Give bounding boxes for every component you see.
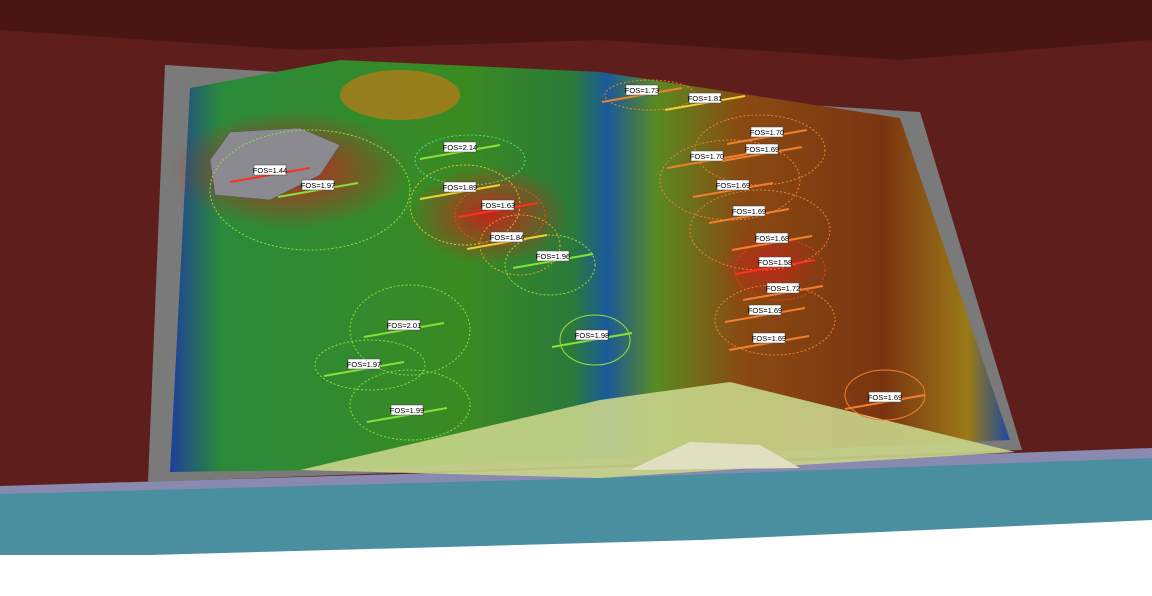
fos-label: FOS=1.63: [481, 201, 515, 210]
fos-label: FOS=1.44: [253, 166, 287, 175]
fos-label: FOS=2.14: [443, 143, 477, 152]
fos-label: FOS=1.99: [390, 406, 424, 415]
model-canvas: FOS=1.44 FOS=1.97 FOS=2.14 FOS=1.89 FOS=1.63…: [0, 0, 1152, 555]
fos-label: FOS=1.81: [688, 94, 722, 103]
slope-stability-3d-view: FOS=1.44 FOS=1.97 FOS=2.14 FOS=1.89 FOS=1.63…: [0, 0, 1152, 596]
fos-label: FOS=1.72: [766, 284, 800, 293]
hot-zone-center: [410, 165, 570, 265]
fos-label: FOS=2.01: [387, 321, 421, 330]
fos-label: FOS=1.70: [690, 152, 724, 161]
fos-label: FOS=1.69: [868, 393, 902, 402]
fos-label: FOS=1.97: [301, 181, 335, 190]
hot-zone-orange: [340, 70, 460, 120]
fos-label: FOS=1.69: [745, 145, 779, 154]
fos-label: FOS=1.89: [443, 183, 477, 192]
fos-label: FOS=1.69: [752, 334, 786, 343]
fos-label: FOS=1.84: [490, 233, 524, 242]
fos-label: FOS=1.68: [755, 234, 789, 243]
fos-label: FOS=1.97: [347, 360, 381, 369]
fos-label: FOS=1.58: [758, 258, 792, 267]
fos-label: FOS=1.98: [575, 331, 609, 340]
fos-label: FOS=1.96: [536, 252, 570, 261]
fos-label: FOS=1.69: [716, 181, 750, 190]
fos-label: FOS=1.73: [625, 86, 659, 95]
fos-label: FOS=1.69: [748, 306, 782, 315]
fos-label: FOS=1.70: [750, 128, 784, 137]
fos-label: FOS=1.69: [732, 207, 766, 216]
